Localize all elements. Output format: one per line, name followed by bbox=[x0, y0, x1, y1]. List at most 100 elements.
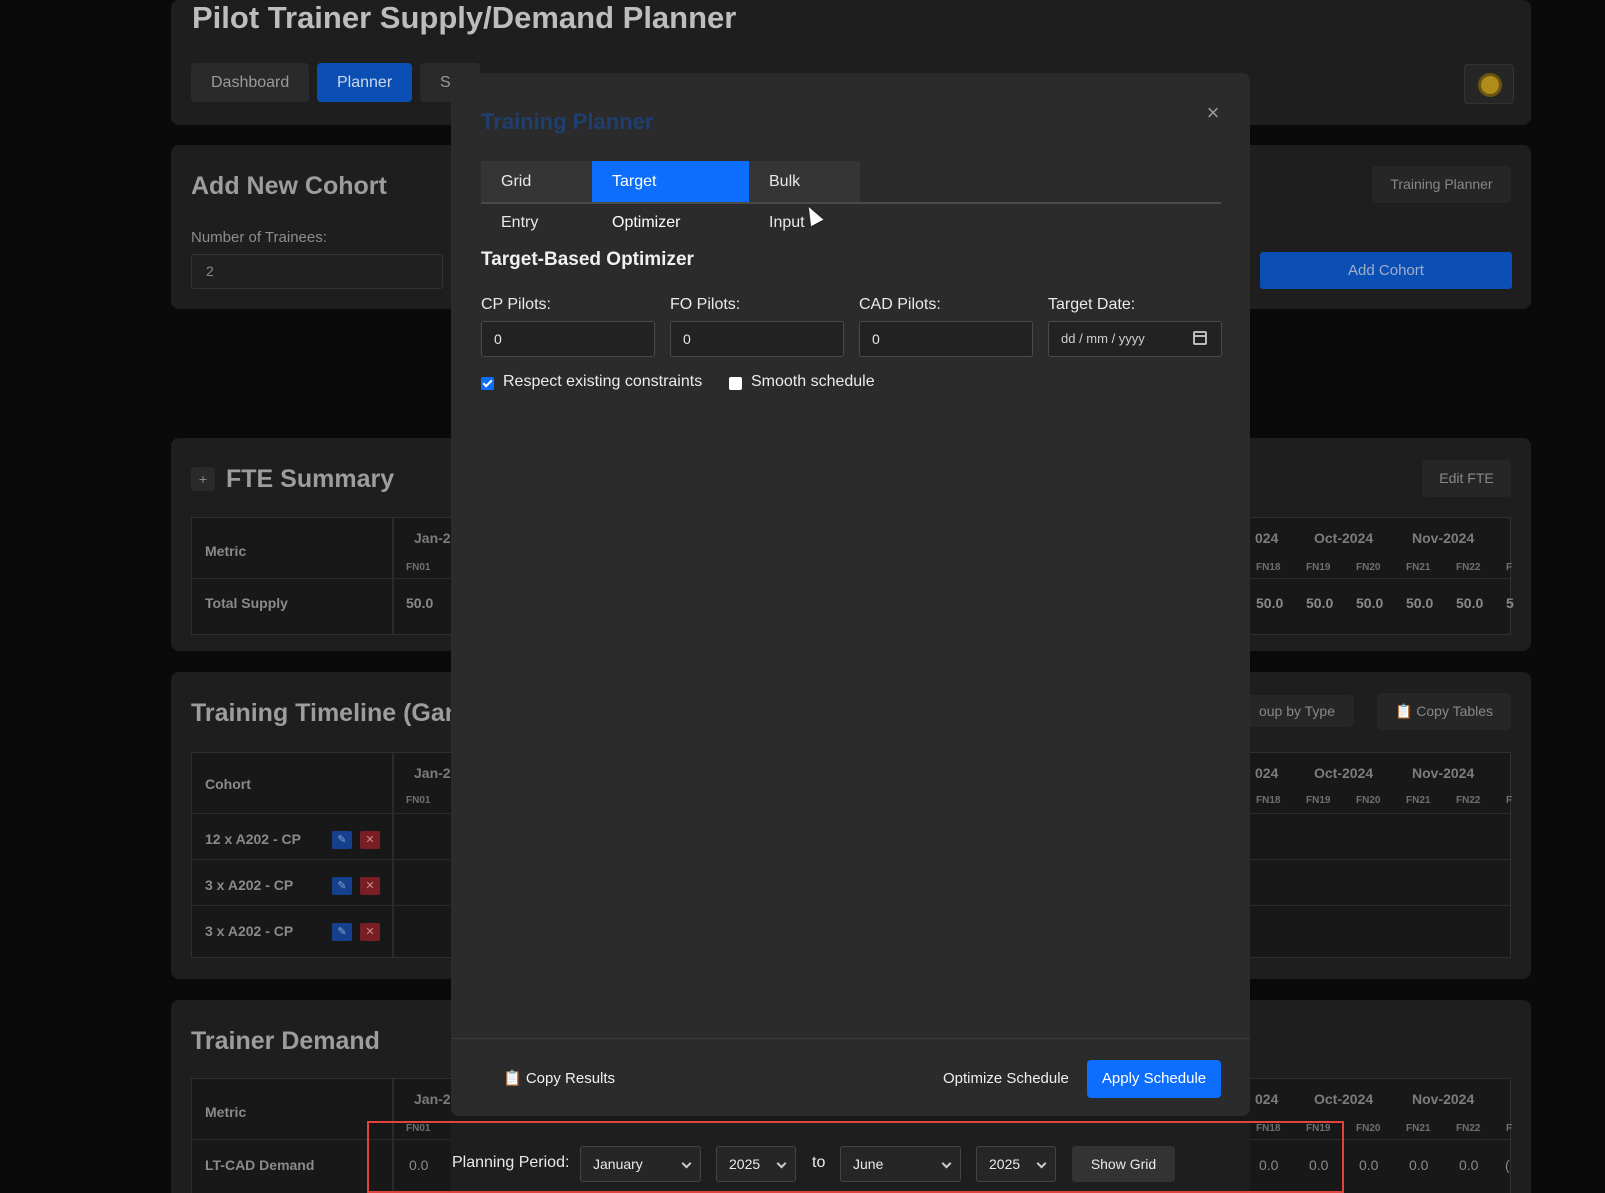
month-header: Oct-2024 bbox=[1314, 1091, 1374, 1107]
respect-constraints-checkbox[interactable] bbox=[481, 377, 494, 390]
fte-title: FTE Summary bbox=[226, 465, 395, 493]
add-cohort-title: Add New Cohort bbox=[191, 172, 387, 200]
table-cell: 50.0 bbox=[1406, 595, 1434, 611]
fortnight-header: FN22 bbox=[1456, 1123, 1481, 1134]
start-year-value: 2025 bbox=[729, 1156, 761, 1172]
table-cell: 50.0 bbox=[1306, 595, 1334, 611]
cp-pilots-input[interactable]: 0 bbox=[481, 321, 655, 357]
date-placeholder: dd / mm / yyyy bbox=[1061, 331, 1145, 346]
fortnight-header: FN18 bbox=[1256, 562, 1281, 573]
month-header: Oct-2024 bbox=[1314, 765, 1374, 781]
sun-icon bbox=[1481, 76, 1499, 94]
cad-pilots-input[interactable]: 0 bbox=[859, 321, 1033, 357]
theme-toggle-button[interactable] bbox=[1464, 64, 1514, 104]
planning-period-label: Planning Period: bbox=[452, 1154, 570, 1171]
edit-cohort-button[interactable]: ✎ bbox=[332, 831, 352, 849]
table-cell: 0.0 bbox=[1409, 1157, 1429, 1173]
modal-footer: 📋 Copy Results Optimize Schedule Apply S… bbox=[451, 1038, 1250, 1116]
start-year-select[interactable]: 2025 bbox=[716, 1146, 796, 1182]
training-planner-modal: Training Planner × Grid Entry Target Opt… bbox=[451, 73, 1250, 1116]
month-header: Nov-2024 bbox=[1412, 530, 1475, 546]
delete-cohort-button[interactable]: ✕ bbox=[360, 923, 380, 941]
target-date-input[interactable]: dd / mm / yyyy bbox=[1048, 321, 1222, 357]
fte-toggle[interactable]: + bbox=[191, 467, 215, 491]
smooth-schedule-checkbox[interactable] bbox=[729, 377, 742, 390]
respect-constraints-label: Respect existing constraints bbox=[503, 373, 703, 390]
fortnight-header: FN01 bbox=[406, 795, 431, 806]
edit-cohort-button[interactable]: ✎ bbox=[332, 923, 352, 941]
fortnight-header: FN21 bbox=[1406, 1123, 1431, 1134]
edit-fte-button[interactable]: Edit FTE bbox=[1422, 460, 1511, 497]
delete-cohort-button[interactable]: ✕ bbox=[360, 877, 380, 895]
table-cell: 0.0 bbox=[1459, 1157, 1479, 1173]
month-header: 024 bbox=[1255, 1091, 1279, 1107]
fortnight-header: F bbox=[1506, 795, 1513, 806]
fo-pilots-input[interactable]: 0 bbox=[670, 321, 844, 357]
training-planner-button[interactable]: Training Planner bbox=[1372, 166, 1511, 203]
close-icon[interactable]: × bbox=[1203, 102, 1223, 124]
nav-dashboard[interactable]: Dashboard bbox=[191, 63, 310, 102]
end-month-select[interactable]: June bbox=[840, 1146, 961, 1182]
table-cell: ( bbox=[1505, 1157, 1510, 1173]
edit-cohort-button[interactable]: ✎ bbox=[332, 877, 352, 895]
fortnight-header: FN21 bbox=[1406, 562, 1431, 573]
fortnight-header: FN01 bbox=[406, 562, 431, 573]
chevron-down-icon bbox=[1036, 1158, 1047, 1169]
month-header: Oct-2024 bbox=[1314, 530, 1374, 546]
fortnight-header: FN20 bbox=[1356, 1123, 1381, 1134]
group-by-select[interactable]: oup by Type bbox=[1240, 695, 1354, 727]
fortnight-header: FN22 bbox=[1456, 795, 1481, 806]
delete-cohort-button[interactable]: ✕ bbox=[360, 831, 380, 849]
show-grid-button[interactable]: Show Grid bbox=[1072, 1146, 1175, 1182]
demand-title: Trainer Demand bbox=[191, 1027, 380, 1055]
end-year-value: 2025 bbox=[989, 1156, 1021, 1172]
optimize-schedule-button[interactable]: Optimize Schedule bbox=[943, 1060, 1069, 1098]
cohort-row-label: 12 x A202 - CP bbox=[205, 831, 301, 847]
month-header: 024 bbox=[1255, 765, 1279, 781]
modal-title: Training Planner bbox=[481, 109, 654, 134]
table-divider bbox=[392, 753, 394, 957]
tab-bulk-input[interactable]: Bulk Input bbox=[749, 161, 860, 231]
cp-pilots-label: CP Pilots: bbox=[481, 296, 551, 313]
table-cell: 50.0 bbox=[406, 595, 434, 611]
month-header: 024 bbox=[1255, 530, 1279, 546]
fortnight-header: FN18 bbox=[1256, 795, 1281, 806]
apply-schedule-button[interactable]: Apply Schedule bbox=[1087, 1060, 1221, 1098]
fortnight-header: FN19 bbox=[1306, 562, 1331, 573]
app-title: Pilot Trainer Supply/Demand Planner bbox=[192, 0, 737, 35]
tab-target-optimizer[interactable]: Target Optimizer bbox=[592, 161, 749, 231]
start-month-select[interactable]: January bbox=[580, 1146, 701, 1182]
trainees-label: Number of Trainees: bbox=[191, 229, 327, 246]
table-cell: 50.0 bbox=[1356, 595, 1384, 611]
to-label: to bbox=[812, 1154, 826, 1171]
table-cell: 50.0 bbox=[1456, 595, 1484, 611]
fortnight-header: FN19 bbox=[1306, 795, 1331, 806]
fortnight-header: FN21 bbox=[1406, 795, 1431, 806]
month-header: Nov-2024 bbox=[1412, 1091, 1475, 1107]
trainees-input[interactable]: 2 bbox=[191, 254, 443, 289]
chevron-down-icon bbox=[776, 1158, 787, 1169]
table-cell: 50.0 bbox=[1256, 595, 1284, 611]
target-date-label: Target Date: bbox=[1048, 296, 1136, 313]
copy-tables-button[interactable]: 📋 Copy Tables bbox=[1377, 693, 1511, 730]
copy-results-button[interactable]: 📋 Copy Results bbox=[503, 1060, 615, 1098]
add-cohort-button[interactable]: Add Cohort bbox=[1260, 252, 1512, 289]
calendar-icon[interactable] bbox=[1193, 331, 1207, 345]
end-month-value: June bbox=[853, 1156, 884, 1172]
end-year-select[interactable]: 2025 bbox=[976, 1146, 1056, 1182]
fortnight-header: F bbox=[1506, 562, 1513, 573]
cohort-header: Cohort bbox=[205, 776, 251, 792]
row-label: LT-CAD Demand bbox=[205, 1157, 315, 1173]
month-header: Nov-2024 bbox=[1412, 765, 1475, 781]
cohort-row-label: 3 x A202 - CP bbox=[205, 923, 294, 939]
fortnight-header: FN20 bbox=[1356, 562, 1381, 573]
optimizer-heading: Target-Based Optimizer bbox=[481, 249, 694, 270]
tab-grid-entry[interactable]: Grid Entry bbox=[481, 161, 592, 231]
fortnight-header: FN22 bbox=[1456, 562, 1481, 573]
cad-pilots-label: CAD Pilots: bbox=[859, 296, 941, 313]
nav-planner[interactable]: Planner bbox=[317, 63, 413, 102]
row-label: Total Supply bbox=[205, 595, 288, 611]
metric-header: Metric bbox=[205, 1104, 247, 1120]
chevron-down-icon bbox=[941, 1158, 952, 1169]
table-cell: 0.0 bbox=[1359, 1157, 1379, 1173]
